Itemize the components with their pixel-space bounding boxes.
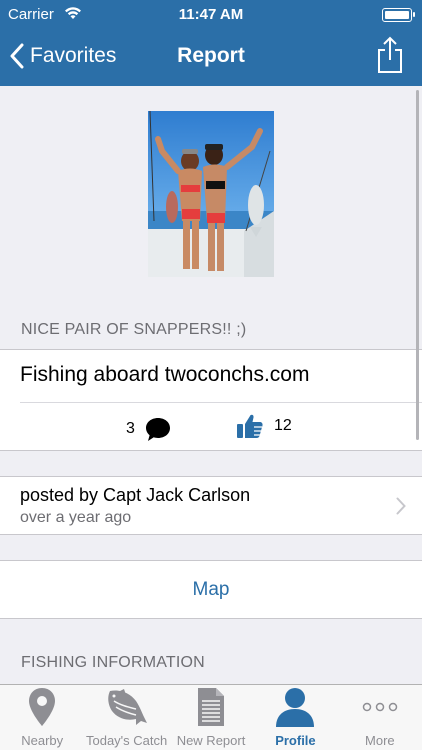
tab-label: Today's Catch [85, 733, 168, 748]
tab-label: Nearby [21, 733, 64, 748]
posted-by-row[interactable]: posted by Capt Jack Carlson over a year … [0, 476, 422, 535]
tab-todays-catch[interactable]: Today's Catch [84, 685, 168, 750]
fish-icon [107, 689, 147, 725]
map-pin-icon [29, 688, 56, 726]
chevron-left-icon [10, 43, 24, 69]
tab-label: New Report [176, 733, 246, 748]
comment-bubble-icon [145, 418, 170, 441]
share-icon[interactable] [376, 36, 404, 74]
more-dots-icon [362, 702, 398, 712]
tab-label: Profile [275, 733, 316, 748]
document-icon [198, 688, 225, 726]
person-icon [276, 688, 315, 727]
fishing-info-header: FISHING INFORMATION [21, 654, 205, 671]
scrollbar[interactable] [416, 90, 419, 440]
tab-new-report[interactable]: New Report [169, 685, 253, 750]
divider [20, 402, 422, 403]
chevron-right-icon [396, 497, 406, 515]
likes-count: 12 [274, 417, 292, 434]
tab-nearby[interactable]: Nearby [0, 685, 84, 750]
status-bar: Carrier 11:47 AM [0, 0, 422, 30]
report-headline: NICE PAIR OF SNAPPERS!! ;) [21, 321, 247, 338]
status-time: 11:47 AM [178, 6, 244, 23]
thumbs-up-icon [237, 414, 263, 438]
tab-profile[interactable]: Profile [253, 685, 337, 750]
posted-time: over a year ago [20, 509, 132, 526]
tab-label: More [365, 733, 395, 748]
back-button-label: Favorites [30, 44, 117, 67]
report-summary-card: Fishing aboard twoconchs.com 3 12 [0, 349, 422, 451]
posted-by-label: posted by Capt Jack Carlson [20, 485, 251, 505]
map-row: Map [0, 560, 422, 619]
report-title: Fishing aboard twoconchs.com [20, 363, 310, 386]
battery-icon [382, 8, 415, 22]
photo-illustration [148, 111, 274, 277]
report-photo[interactable] [148, 111, 274, 277]
comments-button[interactable]: 3 [126, 416, 171, 442]
back-button[interactable]: Favorites [10, 40, 116, 72]
comments-count: 3 [126, 420, 135, 437]
navigation-bar: Carrier 11:47 AM Favorites Report [0, 0, 422, 86]
tab-more[interactable]: More [338, 685, 422, 750]
map-button[interactable]: Map [0, 579, 422, 601]
likes-button[interactable]: 12 [236, 412, 292, 440]
tab-bar: Nearby Today's Catch New Report Profile … [0, 684, 422, 750]
